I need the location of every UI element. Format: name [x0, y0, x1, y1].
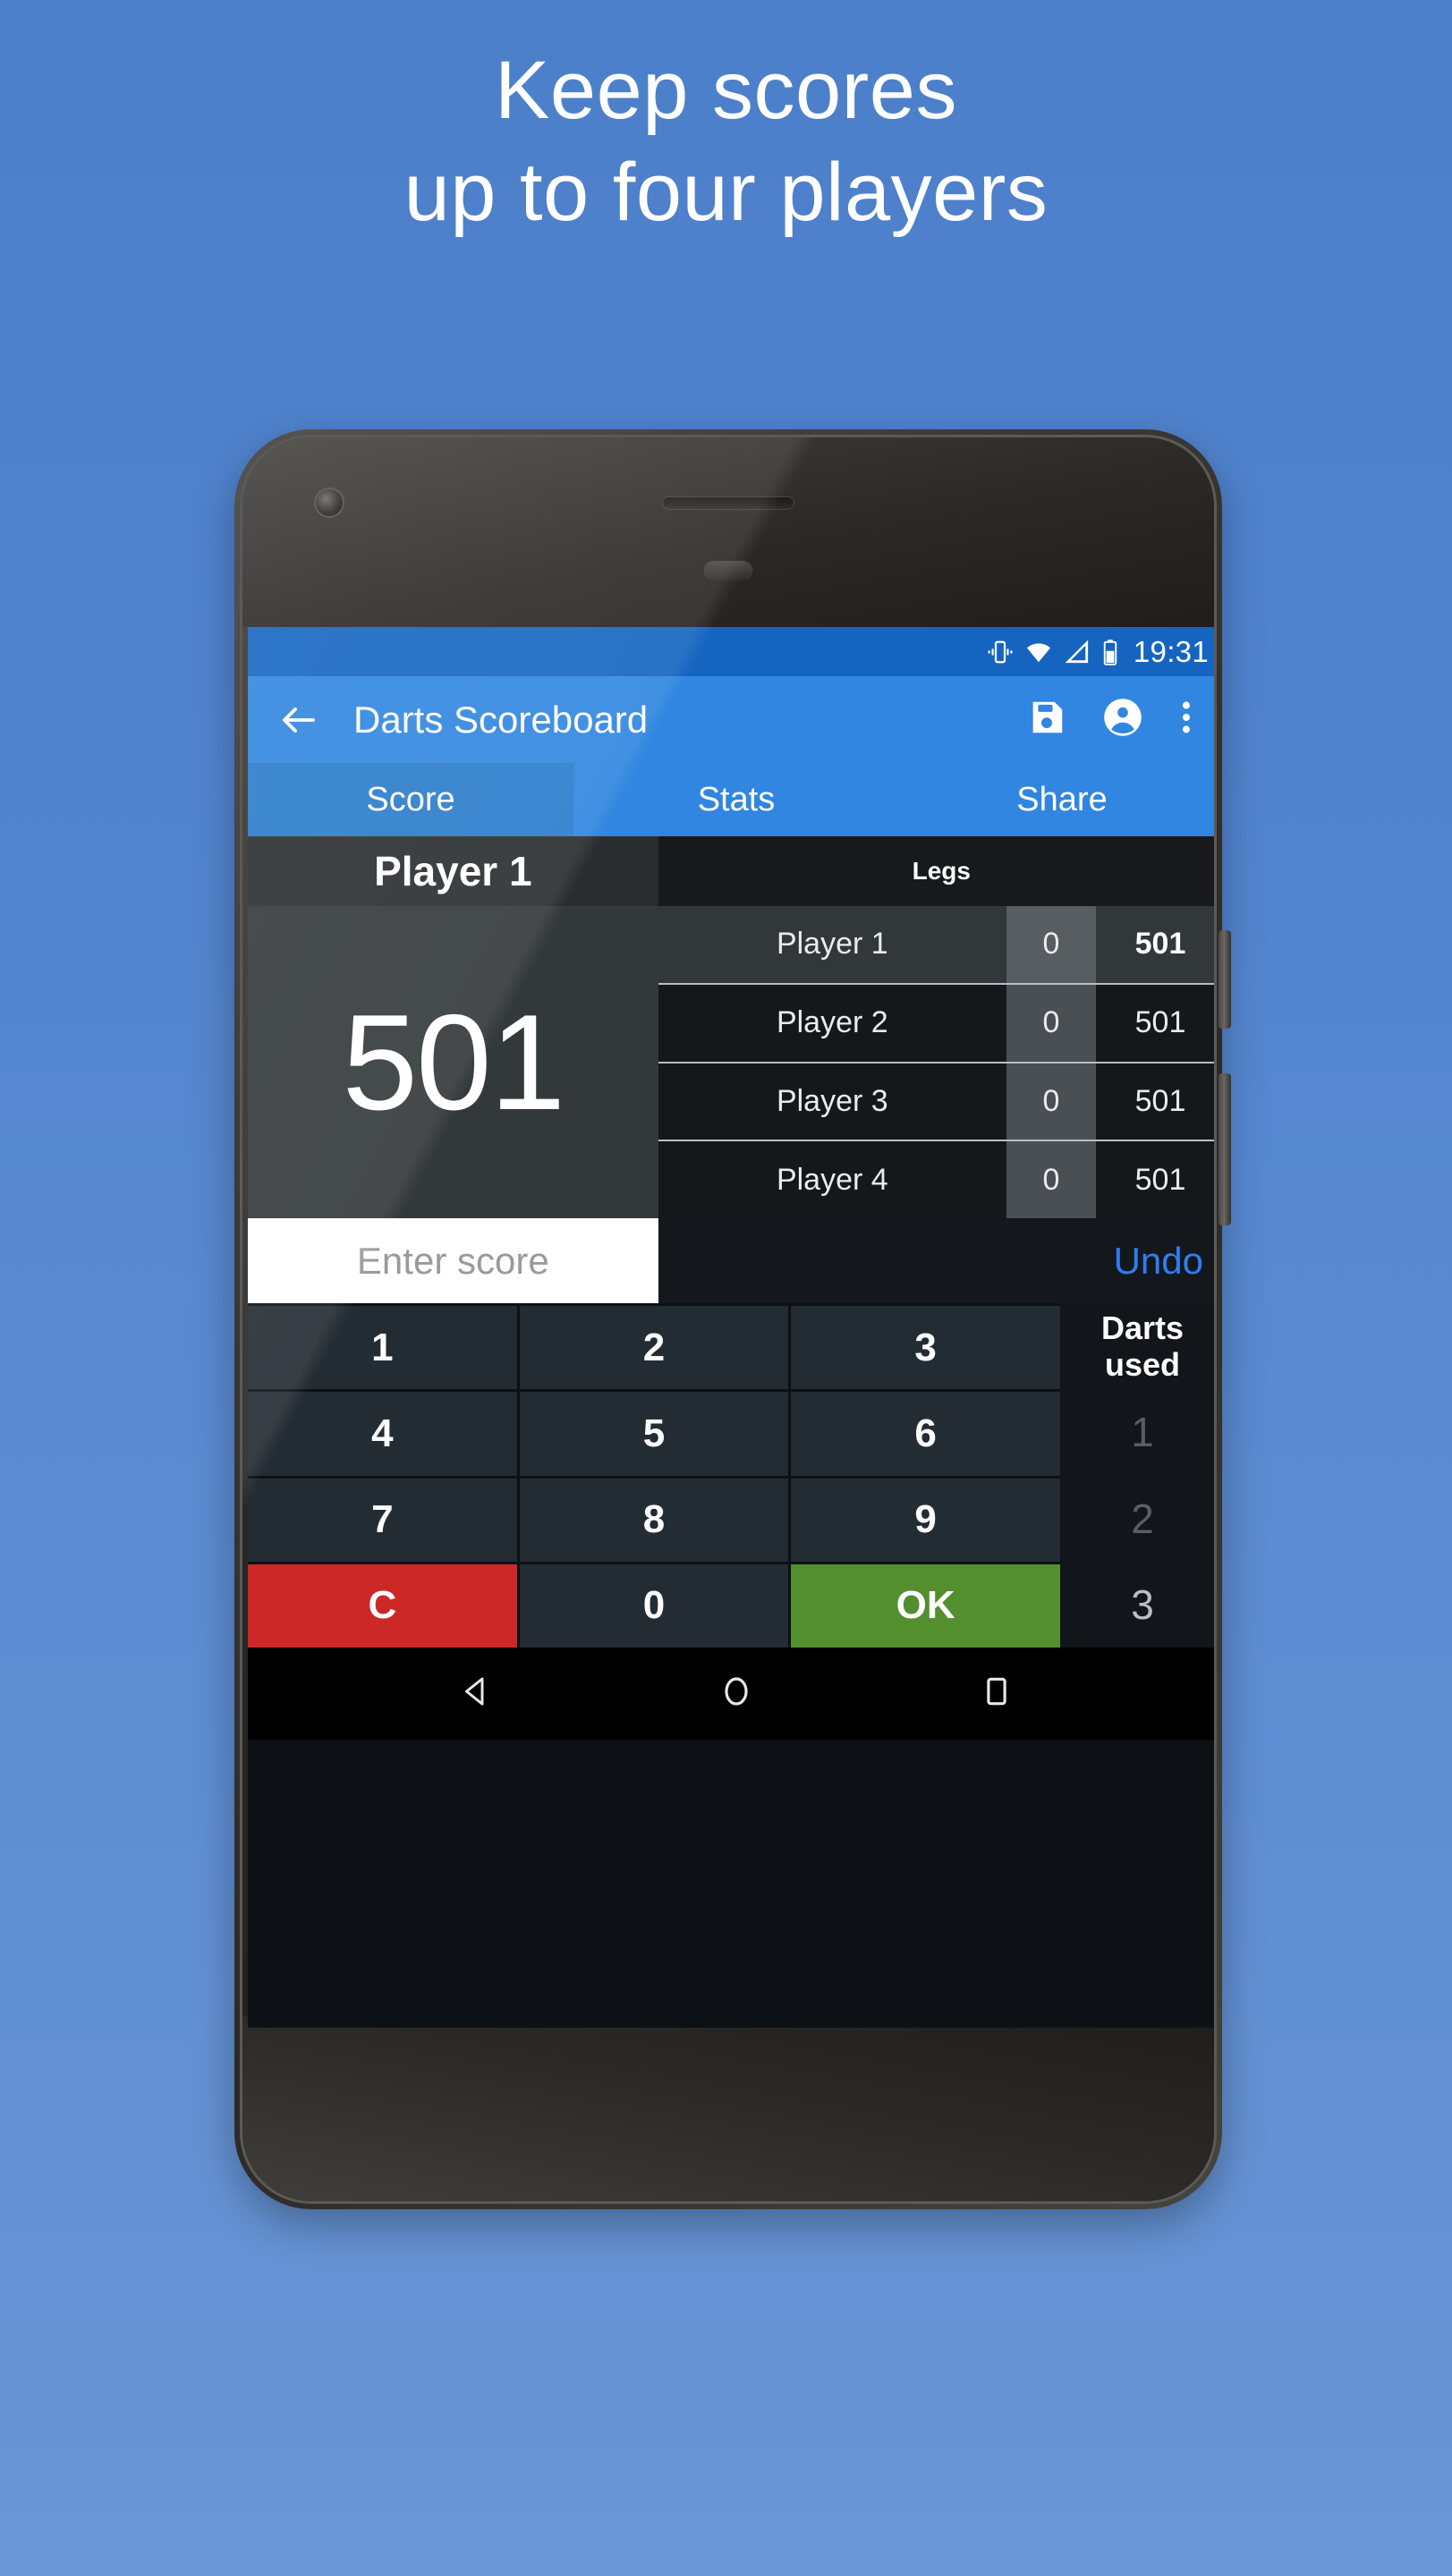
key-1[interactable]: 1: [248, 1306, 517, 1390]
overflow-menu-icon: [1182, 701, 1191, 733]
key-3[interactable]: 3: [791, 1306, 1060, 1390]
headline-line-2: up to four players: [403, 147, 1049, 238]
darts-used-column: Darts used 1 2 3: [1060, 1303, 1214, 1648]
row-legs-value: 0: [1006, 906, 1096, 983]
tab-share[interactable]: Share: [899, 763, 1214, 836]
key-8[interactable]: 8: [519, 1478, 789, 1562]
key-2[interactable]: 2: [519, 1306, 789, 1390]
earpiece-speaker: [662, 496, 794, 510]
home-nav-icon: [725, 1677, 748, 1706]
darts-used-option-1[interactable]: 1: [1060, 1389, 1214, 1475]
app-bar-actions: [1026, 696, 1202, 743]
tab-score-label: Score: [366, 780, 455, 818]
tab-stats[interactable]: Stats: [573, 763, 899, 836]
back-nav-icon: [465, 1677, 484, 1706]
key-ok[interactable]: OK: [791, 1563, 1060, 1648]
tab-score[interactable]: Score: [248, 763, 573, 836]
account-button[interactable]: [1101, 696, 1144, 743]
table-row[interactable]: Player 1 0 501: [658, 906, 1214, 985]
nav-back-button[interactable]: [457, 1673, 495, 1715]
tab-bar: Score Stats Share: [248, 763, 1214, 836]
overflow-menu-button[interactable]: [1178, 697, 1194, 742]
row-legs-value: 0: [1006, 1141, 1096, 1218]
table-row[interactable]: Player 2 0 501: [658, 984, 1214, 1063]
row-player-name: Player 1: [658, 906, 1006, 983]
row-player-name: Player 4: [776, 1162, 888, 1197]
tab-stats-label: Stats: [697, 780, 776, 818]
power-button[interactable]: [1218, 930, 1231, 1029]
darts-used-header-line-1: Darts: [1100, 1309, 1185, 1346]
key-6[interactable]: 6: [791, 1392, 1060, 1476]
undo-label: Undo: [1113, 1239, 1203, 1282]
back-arrow-icon: [283, 707, 315, 733]
keypad-keys: 1 2 3 4 5 6 7 8 9 C 0 OK: [248, 1303, 1060, 1648]
wifi-icon: [1026, 642, 1051, 662]
app-title: Darts Scoreboard: [353, 698, 649, 741]
battery-icon: [1103, 639, 1117, 665]
undo-button[interactable]: Undo: [658, 1218, 1214, 1303]
phone-bezel-top: [242, 437, 1214, 627]
save-icon: [1032, 701, 1063, 733]
legs-column-header: Legs: [912, 857, 971, 885]
row-score-value: 501: [1134, 1162, 1186, 1197]
player-header-row: Player 1 Legs: [248, 836, 1214, 906]
account-circle-icon: [1104, 699, 1142, 736]
current-score-value: 501: [342, 986, 566, 1139]
headline-line-1: Keep scores: [495, 45, 957, 136]
app-bar: Darts Scoreboard: [248, 676, 1214, 763]
current-player-name: Player 1: [374, 848, 532, 894]
row-player-name: Player 2: [776, 1005, 888, 1040]
score-area: 501 Player 1 0 501 Player 2 0 501 Player: [248, 906, 1214, 1218]
keypad: 1 2 3 4 5 6 7 8 9 C 0 OK Darts used 1 2 …: [248, 1303, 1214, 1648]
darts-used-option-2[interactable]: 2: [1060, 1476, 1214, 1562]
score-input-placeholder: Enter score: [356, 1239, 549, 1282]
phone-frame: 19:31 Darts Scoreboard Score Stats Share…: [240, 435, 1217, 2204]
key-7[interactable]: 7: [248, 1478, 517, 1562]
phone-bezel-bottom: [242, 2016, 1214, 2201]
key-4[interactable]: 4: [248, 1392, 517, 1476]
key-0[interactable]: 0: [519, 1563, 789, 1648]
signal-icon: [1065, 640, 1089, 663]
status-bar: 19:31: [248, 627, 1214, 676]
recents-nav-icon: [986, 1677, 1006, 1706]
android-nav-bar: [248, 1648, 1214, 1740]
nav-recents-button[interactable]: [978, 1673, 1015, 1715]
phone-mockup: 19:31 Darts Scoreboard Score Stats Share…: [234, 429, 1231, 2209]
darts-used-header-line-2: used: [1104, 1346, 1181, 1384]
scoreboard-table: Player 1 0 501 Player 2 0 501 Player 3 0…: [658, 906, 1214, 1218]
row-score-value: 501: [1134, 1083, 1186, 1118]
current-score-display: 501: [248, 906, 658, 1218]
vibrate-icon: [988, 640, 1013, 663]
save-button[interactable]: [1026, 697, 1067, 742]
volume-button[interactable]: [1218, 1073, 1231, 1225]
status-bar-clock: 19:31: [1133, 634, 1209, 668]
score-input[interactable]: Enter score: [248, 1218, 658, 1303]
darts-used-header: Darts used: [1060, 1303, 1214, 1389]
darts-used-option-3[interactable]: 3: [1060, 1562, 1214, 1648]
tab-share-label: Share: [1016, 780, 1108, 818]
current-player-cell: Player 1: [248, 836, 658, 906]
legs-header-cell: Legs: [658, 836, 1214, 906]
row-legs-value: 0: [1006, 984, 1096, 1062]
table-row[interactable]: Player 3 0 501: [658, 1063, 1214, 1142]
phone-screen: 19:31 Darts Scoreboard Score Stats Share…: [248, 627, 1214, 2028]
score-input-row: Enter score Undo: [248, 1218, 1214, 1303]
row-legs-value: 0: [1006, 1063, 1096, 1140]
table-row[interactable]: Player 4 0 501: [658, 1141, 1214, 1218]
promo-headline: Keep scores up to four players: [0, 49, 1452, 233]
key-clear[interactable]: C: [248, 1563, 517, 1648]
key-5[interactable]: 5: [519, 1392, 789, 1476]
row-score-value: 501: [1096, 906, 1214, 983]
nav-home-button[interactable]: [718, 1673, 755, 1715]
row-score-value: 501: [1134, 1005, 1186, 1040]
key-9[interactable]: 9: [791, 1478, 1060, 1562]
front-camera-icon: [314, 487, 344, 518]
proximity-sensor: [703, 561, 753, 580]
back-button[interactable]: [271, 699, 327, 741]
row-player-name: Player 3: [776, 1083, 888, 1118]
